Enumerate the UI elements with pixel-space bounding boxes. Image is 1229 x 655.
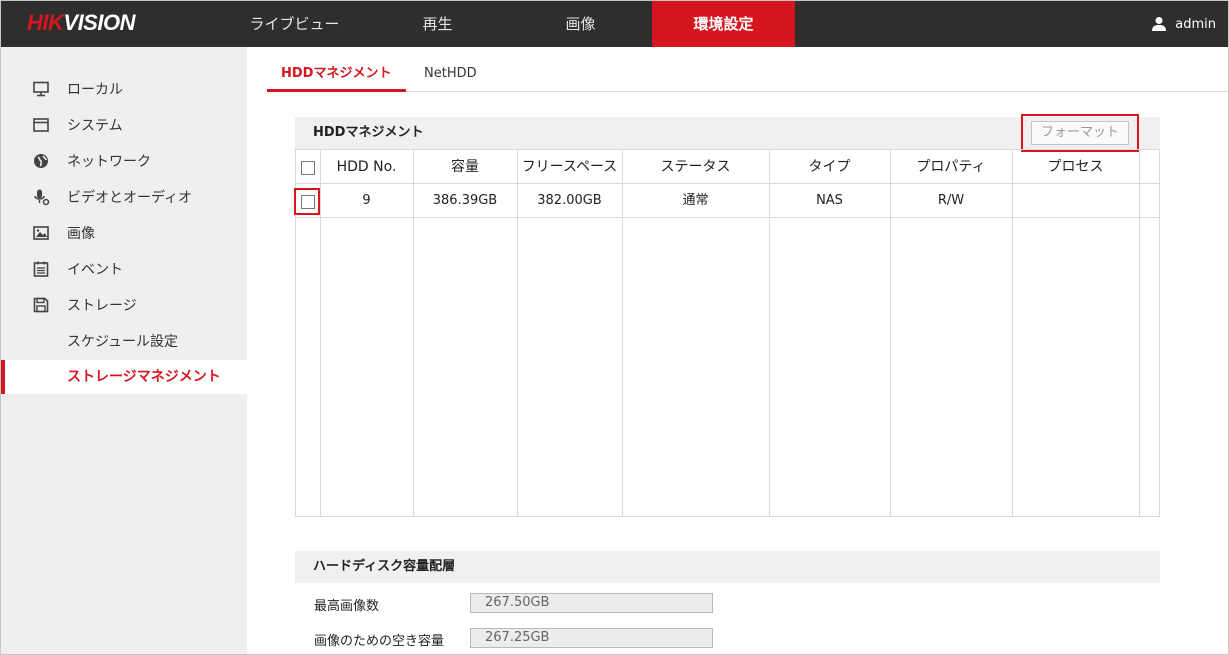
sidebar-item-label: システム xyxy=(67,118,123,134)
hdd-table: HDD No. 容量 フリースペース ステータス タイプ プロパティ プロセス … xyxy=(295,149,1160,517)
column-header-status: ステータス xyxy=(660,159,731,175)
save-icon xyxy=(32,296,50,314)
max-picture-field: 267.50GB xyxy=(470,593,713,613)
nav-live-view[interactable]: ライブビュー xyxy=(223,1,366,47)
free-picture-space-field: 267.25GB xyxy=(470,628,713,648)
user-icon xyxy=(1152,17,1167,31)
user-menu[interactable]: admin xyxy=(1151,1,1216,47)
highlight-frame-format xyxy=(1021,114,1139,152)
nav-picture[interactable]: 画像 xyxy=(509,1,652,47)
sidebar-item-label: イベント xyxy=(67,262,123,278)
free-picture-space-label: 画像のための空き容量 xyxy=(314,634,445,649)
globe-icon xyxy=(32,152,50,170)
column-header-process: プロセス xyxy=(1047,159,1104,175)
hdd-section-title: HDDマネジメント xyxy=(313,125,424,140)
app-window: HIKVISION ライブビュー 再生 画像 環境設定 admin ローカル シ… xyxy=(0,0,1229,655)
table-row[interactable]: 9 386.39GB 382.00GB 通常 NAS R/W xyxy=(296,184,1159,218)
column-header-free-space: フリースペース xyxy=(521,159,618,175)
capacity-section-title: ハードディスク容量配層 xyxy=(313,559,456,574)
cell-status: 通常 xyxy=(682,193,709,208)
calendar-icon xyxy=(32,260,50,278)
select-all-checkbox[interactable] xyxy=(301,161,315,175)
nav-playback[interactable]: 再生 xyxy=(366,1,509,47)
highlight-frame-row-checkbox xyxy=(294,188,320,215)
sidebar-item-label: ビデオとオーディオ xyxy=(67,190,193,206)
username: admin xyxy=(1175,16,1216,32)
column-header-type: タイプ xyxy=(808,159,851,175)
image-icon xyxy=(32,224,50,242)
monitor-icon xyxy=(32,80,50,98)
column-header-capacity: 容量 xyxy=(451,159,479,175)
sidebar-item-network[interactable]: ネットワーク xyxy=(1,144,247,178)
sidebar-subitem-schedule[interactable]: スケジュール設定 xyxy=(1,325,247,359)
table-header-row: HDD No. 容量 フリースペース ステータス タイプ プロパティ プロセス xyxy=(296,150,1159,184)
column-header-property: プロパティ xyxy=(916,159,986,175)
hikvision-logo: HIKVISION xyxy=(27,10,135,35)
sidebar-item-label: ローカル xyxy=(67,82,123,98)
cell-property: R/W xyxy=(937,193,965,208)
cell-capacity: 386.39GB xyxy=(432,193,498,208)
main-nav: ライブビュー 再生 画像 環境設定 xyxy=(223,1,795,47)
sidebar: ローカル システム ネットワーク ビデオとオーディオ 画像 イベント ストレージ… xyxy=(1,47,247,654)
max-picture-label: 最高画像数 xyxy=(314,599,380,614)
cell-process xyxy=(1012,184,1139,218)
capacity-section-header: ハードディスク容量配層 xyxy=(295,551,1160,583)
sidebar-item-storage[interactable]: ストレージ xyxy=(1,288,247,322)
tab-nethdd[interactable]: NetHDD xyxy=(424,61,494,92)
sidebar-item-event[interactable]: イベント xyxy=(1,252,247,286)
cell-type: NAS xyxy=(816,193,843,208)
sidebar-item-label: ネットワーク xyxy=(67,154,151,170)
tab-hdd-management[interactable]: HDDマネジメント xyxy=(267,61,406,92)
sidebar-item-image[interactable]: 画像 xyxy=(1,216,247,250)
top-bar: HIKVISION ライブビュー 再生 画像 環境設定 admin xyxy=(1,1,1228,47)
sidebar-item-local[interactable]: ローカル xyxy=(1,72,247,106)
sidebar-item-video-audio[interactable]: ビデオとオーディオ xyxy=(1,180,247,214)
cell-hdd-no: 9 xyxy=(362,193,371,208)
sidebar-item-label: 画像 xyxy=(67,226,95,242)
nav-configuration[interactable]: 環境設定 xyxy=(652,1,795,47)
cell-free-space: 382.00GB xyxy=(537,193,602,208)
system-icon xyxy=(32,116,50,134)
mic-icon xyxy=(32,188,50,206)
sidebar-item-system[interactable]: システム xyxy=(1,108,247,142)
sidebar-item-label: ストレージ xyxy=(67,298,137,314)
column-header-hdd-no: HDD No. xyxy=(336,159,397,175)
tab-bar: HDDマネジメント NetHDD xyxy=(267,61,1228,92)
sidebar-subitem-storage-management[interactable]: ストレージマネジメント xyxy=(1,360,247,394)
